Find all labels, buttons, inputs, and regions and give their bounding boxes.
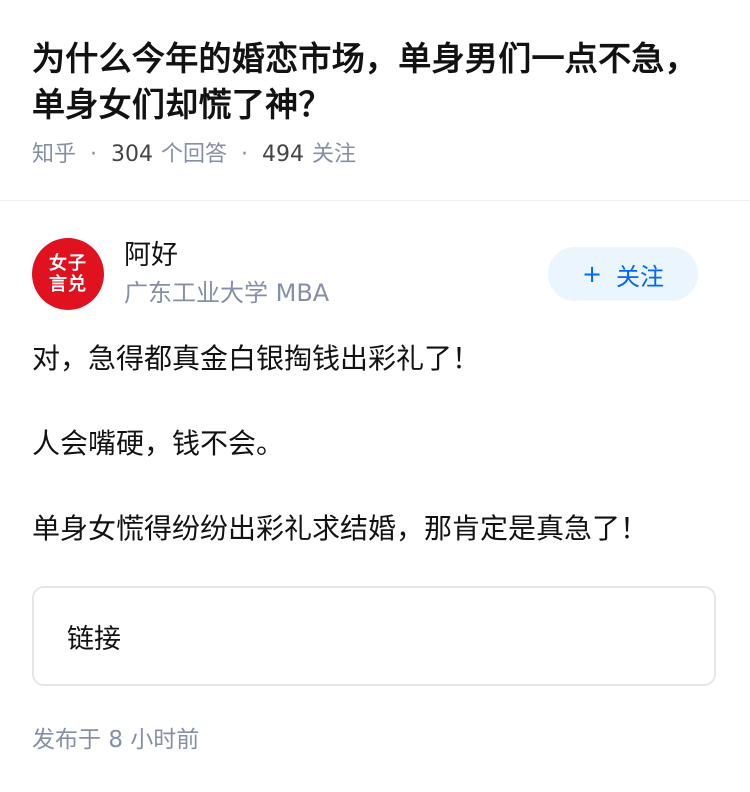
meta-separator: · xyxy=(90,142,98,167)
avatar-text-top: 女子 xyxy=(49,253,87,274)
plus-icon: + xyxy=(581,260,603,288)
publish-time: 发布于 8 小时前 xyxy=(32,724,199,756)
follow-label: 关注 xyxy=(616,262,665,291)
answer-paragraph: 人会嘴硬，钱不会。 xyxy=(32,427,285,460)
answer-paragraph: 对，急得都真金白银掏钱出彩礼了！ xyxy=(32,342,481,375)
source-label[interactable]: 知乎 xyxy=(32,140,76,170)
avatar[interactable]: 女子 言兑 xyxy=(32,238,104,310)
avatar-text-bottom: 言兑 xyxy=(49,274,87,295)
answer-content: 对，急得都真金白银掏钱出彩礼了！ 人会嘴硬，钱不会。 单身女慌得纷纷出彩礼求结婚… xyxy=(32,338,718,593)
link-card-label: 链接 xyxy=(67,623,121,655)
meta-separator: · xyxy=(241,142,249,167)
answer-paragraph: 单身女慌得纷纷出彩礼求结婚，那肯定是真急了！ xyxy=(32,512,649,545)
follower-count: 494 xyxy=(262,142,305,167)
answer-count: 304 xyxy=(111,142,154,167)
publish-prefix: 发布于 xyxy=(32,727,101,753)
author-row: 女子 言兑 阿好 广东工业大学 MBA + 关注 xyxy=(32,238,698,310)
author-bio: 广东工业大学 MBA xyxy=(124,279,330,307)
question-title[interactable]: 为什么今年的婚恋市场，单身男们一点不急，单身女们却慌了神？ xyxy=(32,36,718,128)
question-meta: 知乎 · 304 个回答 · 494 关注 xyxy=(32,140,718,170)
answer-count-label[interactable]: 个回答 xyxy=(161,140,227,170)
follow-button[interactable]: + 关注 xyxy=(548,247,698,301)
publish-time-value: 8 小时前 xyxy=(108,727,200,753)
author-name[interactable]: 阿好 xyxy=(124,239,548,273)
question-header: 为什么今年的婚恋市场，单身男们一点不急，单身女们却慌了神？ 知乎 · 304 个… xyxy=(0,0,750,170)
follower-count-label[interactable]: 关注 xyxy=(312,140,356,170)
section-divider xyxy=(0,200,750,201)
link-card[interactable]: 链接 xyxy=(32,586,716,686)
author-info: 阿好 广东工业大学 MBA xyxy=(124,239,548,309)
